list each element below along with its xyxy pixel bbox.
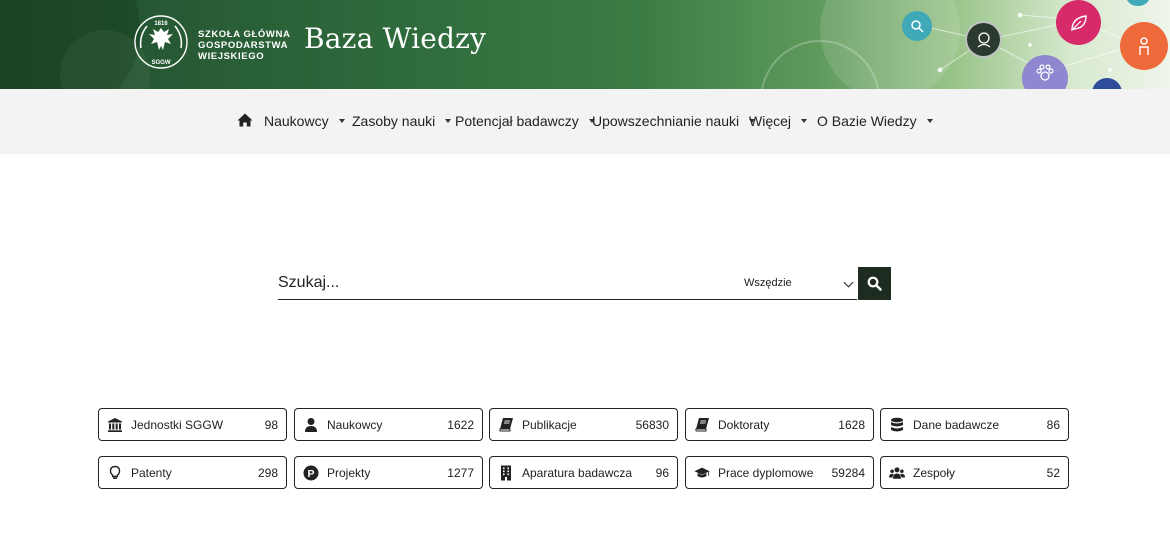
building-icon bbox=[498, 465, 514, 481]
tile-patenty[interactable]: Patenty 298 bbox=[98, 456, 287, 489]
search-scope-select[interactable]: Wszędzie bbox=[733, 267, 857, 300]
nav-item-label: O Bazie Wiedzy bbox=[817, 113, 917, 129]
chevron-down-icon bbox=[843, 277, 854, 288]
tile-count: 52 bbox=[1046, 465, 1060, 480]
project-p-icon: P bbox=[303, 465, 319, 481]
logo-line: SZKOŁA GŁÓWNA bbox=[198, 29, 291, 40]
tile-dane-badawcze[interactable]: Dane badawcze 86 bbox=[880, 408, 1069, 441]
search-circle-icon bbox=[902, 11, 932, 41]
tile-count: 1622 bbox=[447, 417, 474, 432]
tile-count: 1628 bbox=[838, 417, 865, 432]
user-icon bbox=[303, 417, 319, 433]
sggw-logo-emblem[interactable]: 1816 SGGW bbox=[133, 14, 189, 70]
logo-year: 1816 bbox=[154, 21, 168, 27]
nav-item-label: Naukowcy bbox=[264, 113, 329, 129]
search-button[interactable] bbox=[858, 267, 891, 300]
tile-label: Naukowcy bbox=[327, 417, 383, 432]
tile-count: 98 bbox=[264, 417, 278, 432]
tile-projekty[interactable]: P Projekty 1277 bbox=[294, 456, 483, 489]
tile-count: 59284 bbox=[831, 465, 865, 480]
logo-abbr: SGGW bbox=[152, 60, 171, 66]
search-input[interactable] bbox=[278, 267, 733, 300]
nav-item-o-bazie-wiedzy[interactable]: O Bazie Wiedzy bbox=[817, 113, 933, 129]
location-person-circle-icon bbox=[965, 21, 1002, 58]
search-icon bbox=[867, 276, 882, 291]
tile-label: Patenty bbox=[131, 465, 172, 480]
institution-icon bbox=[107, 417, 123, 433]
tile-label: Zespoły bbox=[913, 465, 956, 480]
tile-count: 86 bbox=[1046, 417, 1060, 432]
person-circle-icon bbox=[1120, 22, 1168, 70]
nav-item-naukowcy[interactable]: Naukowcy bbox=[264, 113, 345, 129]
nav-item-zasoby-nauki[interactable]: Zasoby nauki bbox=[352, 113, 452, 129]
nav-item-label: Upowszechnianie nauki bbox=[592, 113, 740, 129]
tile-label: Aparatura badawcza bbox=[522, 465, 633, 480]
logo-line: GOSPODARSTWA bbox=[198, 40, 289, 51]
tile-zespoly[interactable]: Zespoły 52 bbox=[880, 456, 1069, 489]
nav-item-upowszechnianie-nauki[interactable]: Upowszechnianie nauki bbox=[592, 113, 756, 129]
main-navigation: Naukowcy Zasoby nauki Potencjał badawczy… bbox=[0, 89, 1170, 154]
users-icon bbox=[889, 465, 905, 481]
search-bar: Wszędzie bbox=[278, 267, 891, 301]
header-banner: 1816 SGGW SZKOŁA GŁÓWNA GOSPODARSTWA WIE… bbox=[0, 0, 1170, 89]
tile-label: Publikacje bbox=[522, 417, 577, 432]
tile-label: Doktoraty bbox=[718, 417, 770, 432]
tile-label: Dane badawcze bbox=[913, 417, 1000, 432]
leaf-circle-icon bbox=[1056, 0, 1101, 45]
tile-naukowcy[interactable]: Naukowcy 1622 bbox=[294, 408, 483, 441]
graduation-cap-icon bbox=[694, 465, 710, 481]
nav-item-wiecej[interactable]: Więcej bbox=[749, 113, 808, 129]
tile-count: 298 bbox=[257, 465, 278, 480]
tile-jednostki-sggw[interactable]: Jednostki SGGW 98 bbox=[98, 408, 287, 441]
site-title[interactable]: Baza Wiedzy bbox=[304, 22, 486, 55]
database-icon bbox=[889, 417, 905, 433]
tile-prace-dyplomowe[interactable]: Prace dyplomowe 59284 bbox=[685, 456, 874, 489]
nav-item-label: Więcej bbox=[749, 113, 792, 129]
nav-item-label: Potencjał badawczy bbox=[455, 113, 579, 129]
nav-item-potencjal-badawczy[interactable]: Potencjał badawczy bbox=[455, 113, 595, 129]
tile-label: Projekty bbox=[327, 465, 371, 480]
tile-publikacje[interactable]: Publikacje 56830 bbox=[489, 408, 678, 441]
tile-aparatura-badawcza[interactable]: Aparatura badawcza 96 bbox=[489, 456, 678, 489]
tile-doktoraty[interactable]: Doktoraty 1628 bbox=[685, 408, 874, 441]
caret-down-icon bbox=[801, 119, 808, 123]
book-icon bbox=[498, 417, 514, 433]
tile-label: Jednostki SGGW bbox=[131, 417, 224, 432]
nav-item-label: Zasoby nauki bbox=[352, 113, 436, 129]
search-scope-value: Wszędzie bbox=[744, 277, 792, 289]
home-icon[interactable] bbox=[237, 112, 253, 128]
tile-label: Prace dyplomowe bbox=[718, 465, 814, 480]
logo-line: WIEJSKIEGO bbox=[198, 51, 265, 62]
caret-down-icon bbox=[445, 119, 452, 123]
lightbulb-icon bbox=[107, 465, 123, 481]
caret-down-icon bbox=[926, 119, 933, 123]
tile-count: 1277 bbox=[447, 465, 474, 480]
tile-count: 96 bbox=[655, 465, 669, 480]
caret-down-icon bbox=[338, 119, 345, 123]
tile-count: 56830 bbox=[635, 417, 669, 432]
logo-text[interactable]: SZKOŁA GŁÓWNA GOSPODARSTWA WIEJSKIEGO bbox=[198, 29, 290, 62]
svg-text:P: P bbox=[307, 468, 314, 480]
book-icon bbox=[694, 417, 710, 433]
